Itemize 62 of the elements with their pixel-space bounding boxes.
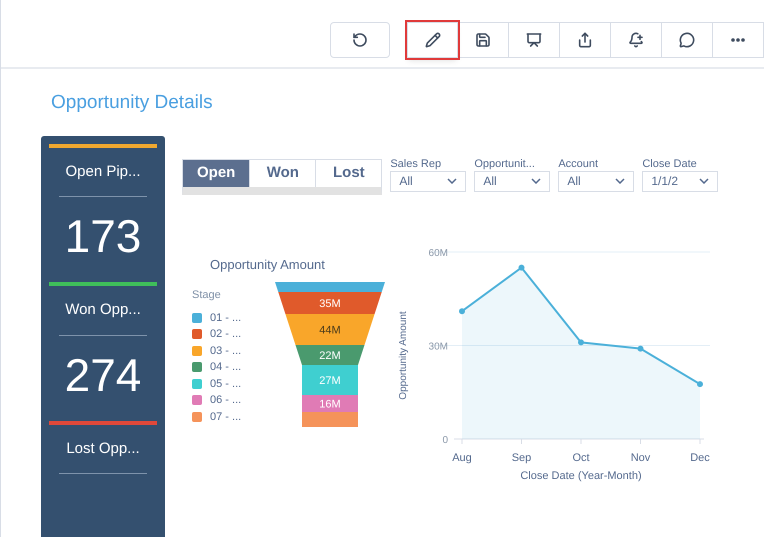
y-axis-title: Opportunity Amount	[398, 310, 409, 400]
chevron-down-icon	[447, 178, 458, 184]
bell-plus-icon	[628, 32, 644, 48]
segment-value-label: 35M	[319, 298, 341, 310]
segment-value-label: 22M	[319, 350, 341, 362]
filter-label: Sales Rep	[390, 158, 442, 170]
pencil-icon	[424, 32, 440, 48]
x-tick-label: Oct	[572, 452, 590, 464]
kpi-label: Won Opp...	[65, 300, 141, 320]
kpi-label: Open Pip...	[65, 162, 141, 182]
kpi-value: 274	[64, 352, 142, 398]
share-icon	[577, 32, 593, 48]
notify-button[interactable]	[611, 22, 662, 58]
filter-label: Close Date	[642, 158, 698, 170]
chart-title: Opportunity Amount	[210, 256, 325, 274]
segment-value-label: 27M	[319, 375, 341, 387]
segment-value-label: 44M	[319, 324, 341, 336]
undo-button[interactable]	[330, 22, 390, 58]
legend-label: 02 - ...	[210, 327, 242, 342]
legend-title: Stage	[192, 288, 222, 303]
share-button[interactable]	[560, 22, 611, 58]
data-point	[638, 345, 644, 352]
more-icon	[731, 38, 745, 42]
filter-label: Account	[558, 158, 600, 170]
kpi-value: 173	[64, 213, 142, 259]
data-point	[459, 308, 465, 314]
present-button[interactable]	[509, 22, 560, 58]
legend-label: 03 - ...	[210, 344, 242, 358]
legend-label: 01 - ...	[210, 310, 242, 326]
chevron-down-icon	[699, 178, 710, 184]
x-tick-label: Aug	[452, 452, 472, 464]
y-tick-label: 30M	[428, 341, 448, 352]
dashboard-title: Opportunity Details	[51, 91, 213, 115]
comment-button[interactable]	[662, 22, 713, 58]
filter-label: Opportunit...	[474, 158, 536, 170]
presentation-board-icon	[526, 32, 542, 48]
data-point	[697, 380, 703, 387]
segment-value-label: 16M	[319, 398, 341, 410]
chevron-down-icon	[615, 178, 626, 184]
data-point	[518, 264, 524, 270]
kpi-label: Lost Opp...	[66, 438, 140, 458]
chat-bubble-icon	[679, 32, 695, 48]
filter-dropdown[interactable]: All	[558, 170, 634, 192]
x-tick-label: Dec	[690, 452, 710, 464]
y-tick-label: 0	[442, 434, 448, 446]
data-point	[578, 338, 584, 345]
edit-button[interactable]	[407, 22, 458, 58]
x-axis-title: Close Date (Year-Month)	[520, 470, 642, 482]
filter-dropdown[interactable]: 1/1/2	[642, 170, 718, 192]
chevron-down-icon	[531, 178, 542, 184]
legend-label: 07 - ...	[210, 410, 242, 424]
x-tick-label: Nov	[630, 452, 650, 464]
y-tick-label: 60M	[428, 248, 448, 258]
save-button[interactable]	[458, 22, 509, 58]
undo-icon	[352, 32, 368, 48]
legend-label: 04 - ...	[210, 360, 242, 375]
x-tick-label: Sep	[512, 452, 532, 464]
legend-label: 05 - ...	[210, 376, 242, 392]
filter-dropdown[interactable]: All	[390, 170, 466, 192]
filter-dropdown[interactable]: All	[474, 170, 550, 192]
tab[interactable]: Open	[183, 160, 250, 186]
legend-label: 06 - ...	[210, 393, 242, 408]
